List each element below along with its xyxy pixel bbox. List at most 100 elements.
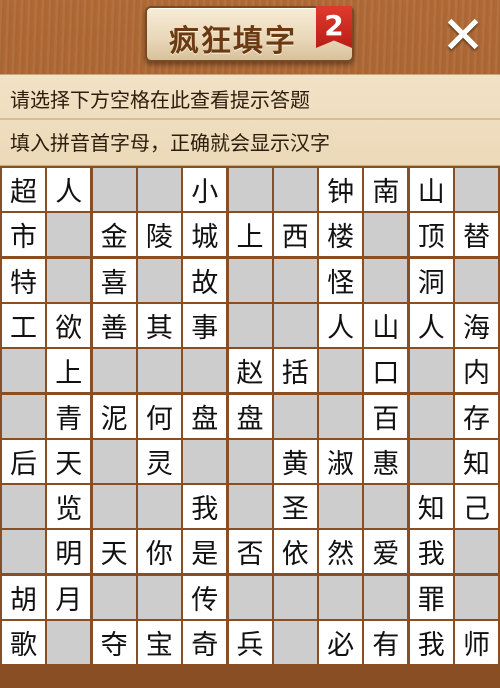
grid-cell[interactable]: 己 <box>455 485 498 529</box>
grid-cell[interactable]: 依 <box>273 530 317 574</box>
close-x-icon[interactable]: ✕ <box>438 10 488 62</box>
grid-cell[interactable]: 盘 <box>228 394 272 438</box>
grid-cell[interactable]: 人 <box>319 303 363 347</box>
grid-cell[interactable]: 顶 <box>409 213 453 257</box>
grid-cell[interactable]: 人 <box>47 168 91 211</box>
grid-cell[interactable]: 淑 <box>319 439 363 483</box>
grid-cell[interactable]: 我 <box>409 621 453 664</box>
grid-cell[interactable]: 我 <box>409 530 453 574</box>
grid-cell[interactable]: 超 <box>2 168 45 211</box>
grid-cell[interactable]: 必 <box>319 621 363 664</box>
blank-cell <box>364 258 408 302</box>
grid-cell[interactable]: 善 <box>92 303 136 347</box>
grid-cell[interactable]: 宝 <box>137 621 181 664</box>
grid-cell[interactable]: 夺 <box>92 621 136 664</box>
hint-line-1: 请选择下方空格在此查看提示答题 <box>10 88 310 112</box>
grid-cell[interactable]: 百 <box>364 394 408 438</box>
grid-cell[interactable]: 天 <box>47 439 91 483</box>
grid-cell[interactable]: 天 <box>92 530 136 574</box>
blank-cell <box>137 575 181 619</box>
grid-cell[interactable]: 存 <box>455 394 498 438</box>
grid-cell[interactable]: 然 <box>319 530 363 574</box>
grid-cell[interactable]: 城 <box>183 213 227 257</box>
hint-divider <box>0 118 500 120</box>
grid-cell[interactable]: 灵 <box>137 439 181 483</box>
grid-cell[interactable]: 人 <box>409 303 453 347</box>
grid-cell[interactable]: 有 <box>364 621 408 664</box>
grid-cell[interactable]: 钟 <box>319 168 363 211</box>
grid-cell[interactable]: 黄 <box>273 439 317 483</box>
blank-cell <box>92 439 136 483</box>
grid-cell[interactable]: 替 <box>455 213 498 257</box>
blank-cell <box>364 485 408 529</box>
blank-cell <box>455 575 498 619</box>
grid-cell[interactable]: 奇 <box>183 621 227 664</box>
crossword-grid: 超人小钟南山市金陵城上西楼顶替特喜故怪洞工欲善其事人山人海上赵括口内青泥何盘盘百… <box>0 166 500 688</box>
top-bar: 疯狂填字 2 ✕ <box>0 0 500 72</box>
blank-cell <box>92 575 136 619</box>
grid-cell[interactable]: 胡 <box>2 575 45 619</box>
blank-cell <box>137 349 181 393</box>
grid-cell[interactable]: 括 <box>273 349 317 393</box>
grid-cell[interactable]: 传 <box>183 575 227 619</box>
grid-cell[interactable]: 工 <box>2 303 45 347</box>
grid-cell[interactable]: 上 <box>47 349 91 393</box>
grid-cell[interactable]: 口 <box>364 349 408 393</box>
grid-cell[interactable]: 喜 <box>92 258 136 302</box>
grid-cell[interactable]: 罪 <box>409 575 453 619</box>
grid-cell[interactable]: 明 <box>47 530 91 574</box>
blank-cell <box>455 258 498 302</box>
grid-cell[interactable]: 事 <box>183 303 227 347</box>
grid-cell[interactable]: 金 <box>92 213 136 257</box>
grid-cell[interactable]: 月 <box>47 575 91 619</box>
grid-cell[interactable]: 特 <box>2 258 45 302</box>
grid-cell[interactable]: 欲 <box>47 303 91 347</box>
blank-cell <box>455 530 498 574</box>
grid-cell[interactable]: 南 <box>364 168 408 211</box>
blank-cell <box>364 213 408 257</box>
grid-cell[interactable]: 兵 <box>228 621 272 664</box>
grid-cell[interactable]: 否 <box>228 530 272 574</box>
blank-cell <box>273 303 317 347</box>
grid-cell[interactable]: 览 <box>47 485 91 529</box>
blank-cell <box>183 439 227 483</box>
grid-cell[interactable]: 师 <box>455 621 498 664</box>
blank-cell <box>273 394 317 438</box>
grid-cell[interactable]: 知 <box>455 439 498 483</box>
blank-cell <box>228 168 272 211</box>
grid-cell[interactable]: 上 <box>228 213 272 257</box>
grid-cell[interactable]: 后 <box>2 439 45 483</box>
grid-cell[interactable]: 知 <box>409 485 453 529</box>
grid-cell[interactable]: 其 <box>137 303 181 347</box>
blank-cell <box>228 485 272 529</box>
grid-cell[interactable]: 西 <box>273 213 317 257</box>
grid-cell[interactable]: 盘 <box>183 394 227 438</box>
grid-cell[interactable]: 圣 <box>273 485 317 529</box>
grid-cell[interactable]: 故 <box>183 258 227 302</box>
grid-cell[interactable]: 你 <box>137 530 181 574</box>
grid-cell[interactable]: 惠 <box>364 439 408 483</box>
grid-cell[interactable]: 何 <box>137 394 181 438</box>
grid-cell[interactable]: 内 <box>455 349 498 393</box>
grid-cell[interactable]: 市 <box>2 213 45 257</box>
grid-cell[interactable]: 怪 <box>319 258 363 302</box>
grid-cell[interactable]: 赵 <box>228 349 272 393</box>
grid-cell[interactable]: 泥 <box>92 394 136 438</box>
blank-cell <box>92 485 136 529</box>
grid-cell[interactable]: 歌 <box>2 621 45 664</box>
grid-cell[interactable]: 爱 <box>364 530 408 574</box>
grid-cell[interactable]: 青 <box>47 394 91 438</box>
grid-cell[interactable]: 山 <box>409 168 453 211</box>
grid-cell[interactable]: 我 <box>183 485 227 529</box>
grid-cell[interactable]: 是 <box>183 530 227 574</box>
blank-cell <box>183 349 227 393</box>
blank-cell <box>319 485 363 529</box>
grid-cell[interactable]: 洞 <box>409 258 453 302</box>
grid-cell[interactable]: 海 <box>455 303 498 347</box>
blank-cell <box>455 168 498 211</box>
grid-cell[interactable]: 山 <box>364 303 408 347</box>
grid-cell[interactable]: 陵 <box>137 213 181 257</box>
blank-cell <box>409 439 453 483</box>
grid-cell[interactable]: 楼 <box>319 213 363 257</box>
grid-cell[interactable]: 小 <box>183 168 227 211</box>
